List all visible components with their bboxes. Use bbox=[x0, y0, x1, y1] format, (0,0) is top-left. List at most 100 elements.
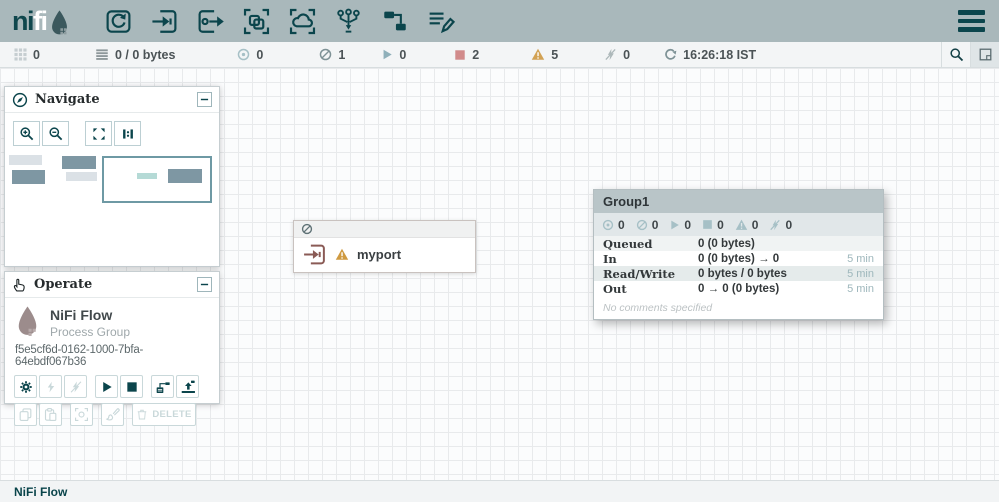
stat-row-queued: Queued 0 (0 bytes) bbox=[594, 236, 883, 251]
active-threads-count: 0 bbox=[33, 47, 40, 62]
disable-button[interactable] bbox=[64, 375, 87, 398]
zoom-in-button[interactable] bbox=[13, 121, 40, 146]
stat-value: 0 bytes / 0 bytes bbox=[698, 267, 787, 280]
process-group-drop-icon bbox=[15, 305, 40, 338]
stat-row-readwrite: Read/Write 0 bytes / 0 bytes 5 min bbox=[594, 266, 883, 281]
actual-size-button[interactable] bbox=[114, 121, 141, 146]
refresh-status: 16:26:18 IST bbox=[664, 48, 756, 62]
copy-button[interactable] bbox=[14, 403, 37, 426]
trash-icon bbox=[136, 408, 148, 421]
output-port-icon[interactable] bbox=[188, 2, 234, 40]
zoom-fit-button[interactable] bbox=[85, 121, 112, 146]
flow-canvas[interactable]: Navigate Operate NiFi Flow Process Group… bbox=[0, 68, 999, 480]
stop-icon bbox=[125, 380, 139, 394]
process-group-component[interactable]: Group1 0 0 0 0 0 0 Queued 0 (0 bytes) In… bbox=[593, 189, 884, 320]
stat-value: 0 (0 bytes) → 0 bbox=[698, 252, 780, 265]
birdseye-minimap[interactable] bbox=[5, 154, 219, 270]
hamburger-menu-icon[interactable] bbox=[958, 10, 985, 32]
not-transmitting-status: 1 bbox=[319, 48, 345, 62]
selected-flow-id: f5e5cf6d-0162-1000-7bfa-64ebdf067b36 bbox=[15, 344, 144, 368]
invalid-icon bbox=[604, 48, 617, 61]
processor-icon[interactable] bbox=[96, 2, 142, 40]
enable-button[interactable] bbox=[39, 375, 62, 398]
process-group-stats: Queued 0 (0 bytes) In 0 (0 bytes) → 0 5 … bbox=[594, 236, 883, 296]
fit-icon bbox=[92, 127, 106, 141]
counter-value: 0 bbox=[717, 217, 724, 232]
selected-flow-name: NiFi Flow bbox=[50, 307, 113, 323]
warning-status: 5 bbox=[531, 48, 558, 62]
input-port-component[interactable]: myport bbox=[293, 220, 476, 273]
queued-status: 0 / 0 bytes bbox=[95, 48, 175, 62]
group-button[interactable] bbox=[70, 403, 93, 426]
search-button[interactable] bbox=[941, 42, 970, 67]
fill-color-button[interactable] bbox=[101, 403, 124, 426]
refresh-icon[interactable] bbox=[664, 48, 677, 61]
operate-minimize-button[interactable] bbox=[197, 277, 212, 292]
queued-count: 0 / 0 bytes bbox=[114, 47, 176, 62]
minimize-icon bbox=[200, 280, 209, 289]
configuration-button[interactable] bbox=[14, 375, 37, 398]
stop-button[interactable] bbox=[120, 375, 143, 398]
warning-icon bbox=[735, 219, 748, 231]
search-icon bbox=[949, 47, 964, 62]
create-template-button[interactable] bbox=[151, 375, 174, 398]
remote-process-group-icon[interactable] bbox=[280, 2, 326, 40]
stopped-icon bbox=[702, 219, 713, 230]
counter-value: 0 bbox=[684, 217, 692, 232]
stat-label: Read/Write bbox=[603, 266, 676, 281]
invalid-status: 0 bbox=[604, 48, 630, 62]
navigate-panel-header: Navigate bbox=[5, 87, 219, 113]
navigate-panel: Navigate bbox=[4, 86, 220, 267]
counter-value: 0 bbox=[785, 217, 793, 232]
nifi-app: ni fi 0 0 / 0 bytes 0 1 0 2 5 0 16:26:18… bbox=[0, 0, 999, 502]
threads-grid-icon bbox=[14, 48, 27, 61]
warning-icon bbox=[335, 248, 349, 261]
process-group-counters: 0 0 0 0 0 0 bbox=[594, 213, 883, 236]
logo-text-fi: fi bbox=[33, 5, 48, 36]
invalid-count: 0 bbox=[623, 47, 631, 62]
template-icon[interactable] bbox=[372, 2, 418, 40]
process-group-header: Group1 bbox=[594, 190, 883, 213]
compass-icon bbox=[12, 92, 28, 108]
navigate-title: Navigate bbox=[35, 92, 100, 107]
warning-icon bbox=[531, 48, 545, 61]
delete-button[interactable]: DELETE bbox=[132, 403, 196, 426]
counter-value: 0 bbox=[751, 217, 759, 232]
selected-component-info: NiFi Flow Process Group bbox=[5, 298, 219, 339]
not-transmitting-icon bbox=[636, 219, 648, 231]
refresh-time: 16:26:18 IST bbox=[683, 47, 757, 62]
birdseye-toggle-button[interactable] bbox=[970, 42, 999, 67]
upload-template-icon[interactable] bbox=[176, 375, 199, 398]
counter-value: 0 bbox=[618, 217, 625, 232]
breadcrumb-root[interactable]: NiFi Flow bbox=[14, 485, 67, 499]
process-group-icon[interactable] bbox=[234, 2, 280, 40]
process-group-comments: No comments specified bbox=[603, 301, 713, 314]
operate-buttons-row2: DELETE bbox=[5, 403, 219, 426]
navigate-minimize-button[interactable] bbox=[197, 92, 212, 107]
delete-label: DELETE bbox=[152, 409, 192, 420]
not-transmitting-count: 1 bbox=[338, 47, 346, 62]
input-port-icon bbox=[302, 242, 327, 267]
transmitting-status: 0 bbox=[237, 48, 263, 62]
input-port-icon[interactable] bbox=[142, 2, 188, 40]
stat-value: 0 (0 bytes) bbox=[698, 237, 755, 250]
statusbar-right bbox=[941, 42, 999, 67]
paste-button[interactable] bbox=[39, 403, 62, 426]
copy-icon bbox=[18, 407, 33, 422]
input-port-name: myport bbox=[357, 247, 402, 262]
minimap-component bbox=[9, 155, 42, 165]
invalid-icon bbox=[769, 219, 781, 231]
minimap-viewport[interactable] bbox=[102, 156, 212, 203]
zoom-out-button[interactable] bbox=[42, 121, 69, 146]
stat-label: Out bbox=[603, 281, 627, 296]
funnel-icon[interactable] bbox=[326, 2, 372, 40]
operate-buttons-row1 bbox=[5, 375, 219, 398]
label-icon[interactable] bbox=[418, 2, 464, 40]
operate-panel: Operate NiFi Flow Process Group f5e5cf6d… bbox=[4, 271, 220, 426]
start-button[interactable] bbox=[95, 375, 118, 398]
stat-label: In bbox=[603, 251, 617, 266]
play-icon bbox=[100, 380, 114, 394]
stat-time: 5 min bbox=[847, 282, 874, 295]
transmitting-icon bbox=[237, 48, 250, 61]
running-status: 0 bbox=[381, 48, 406, 62]
